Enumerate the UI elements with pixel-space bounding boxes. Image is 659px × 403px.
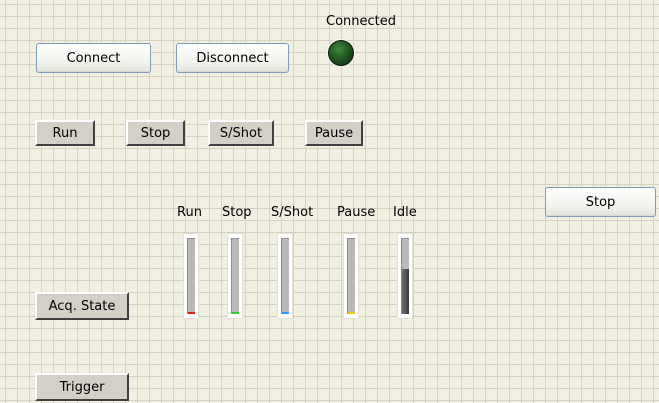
meter-run (183, 233, 199, 319)
connect-button[interactable]: Connect (36, 43, 151, 73)
meter-run-track (187, 238, 195, 314)
meter-idle-fill (402, 269, 409, 314)
meter-label-stop: Stop (222, 205, 252, 220)
disconnect-button[interactable]: Disconnect (176, 43, 289, 73)
sshot-button[interactable]: S/Shot (208, 120, 274, 146)
meter-label-idle: Idle (393, 205, 417, 220)
meter-pause (343, 233, 359, 319)
meter-pause-color-bar (348, 312, 355, 314)
meter-stop-track (231, 238, 239, 314)
acq-state-button[interactable]: Acq. State (35, 292, 129, 320)
meter-label-run: Run (177, 205, 202, 220)
stop-button[interactable]: Stop (126, 120, 185, 146)
connected-label: Connected (326, 14, 397, 29)
meter-idle-track (401, 238, 409, 314)
pause-button[interactable]: Pause (305, 120, 363, 146)
trigger-button[interactable]: Trigger (35, 373, 129, 401)
meter-run-color-bar (188, 312, 195, 314)
connected-led (328, 40, 354, 66)
stop-main-button[interactable]: Stop (545, 187, 656, 217)
meter-label-sshot: S/Shot (271, 205, 314, 220)
meter-pause-track (347, 238, 355, 314)
run-button[interactable]: Run (35, 120, 95, 146)
meter-idle (397, 233, 413, 319)
meter-stop (227, 233, 243, 319)
meter-sshot (277, 233, 293, 319)
meter-sshot-track (281, 238, 289, 314)
meter-stop-color-bar (232, 312, 239, 314)
meter-sshot-color-bar (282, 312, 289, 314)
meter-label-pause: Pause (337, 205, 376, 220)
